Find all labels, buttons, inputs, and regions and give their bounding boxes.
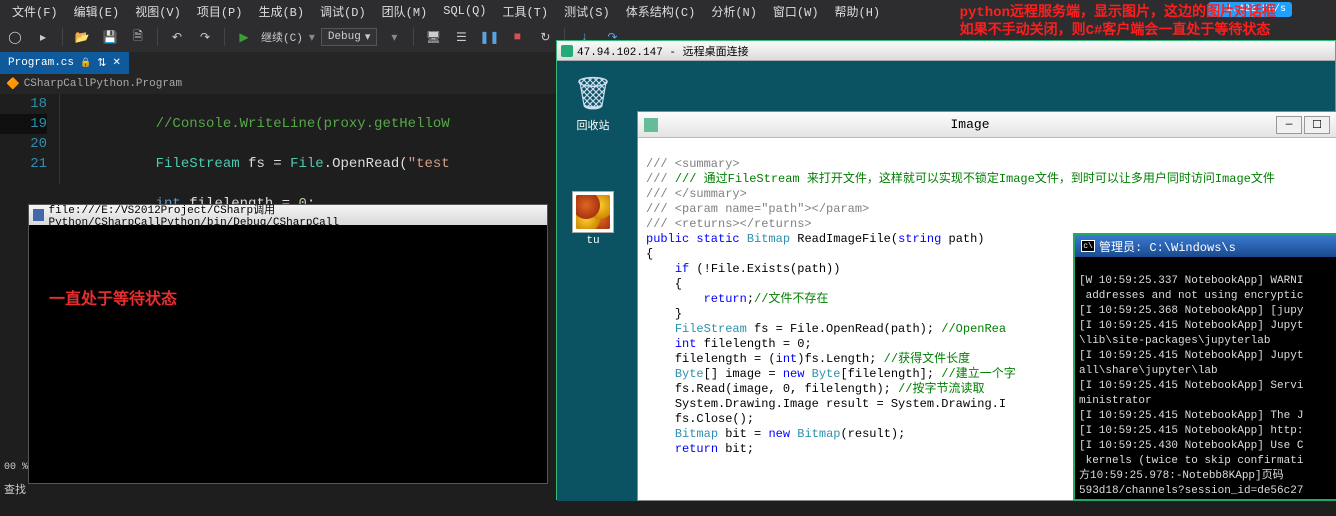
zoom-level[interactable]: 00 % (0, 460, 32, 475)
restart-icon[interactable]: ↻ (534, 26, 556, 48)
cmd-icon: c\ (1081, 240, 1095, 252)
stop-icon[interactable]: ■ (506, 26, 528, 48)
menu-test[interactable]: 测试(S) (556, 1, 618, 22)
rdp-icon (561, 45, 573, 57)
pin-icon[interactable]: 🔒 (80, 58, 91, 68)
admin-console[interactable]: c\ 管理员: C:\Windows\s [W 10:59:25.337 Not… (1073, 233, 1336, 501)
annotation-text: python远程服务端，显示图片，这边的图片对话框 如果不手动关闭，则C#客户端… (960, 4, 1276, 40)
tab-program[interactable]: Program.cs 🔒 ⇅ ✕ (0, 52, 129, 74)
flower-thumb (576, 195, 610, 229)
close-tab-icon[interactable]: ✕ (112, 57, 120, 69)
menu-debug[interactable]: 调试(D) (312, 1, 374, 22)
menu-file[interactable]: 文件(F) (4, 1, 66, 22)
nav-back-icon[interactable]: ◯ (4, 26, 26, 48)
pause-icon[interactable]: ❚❚ (478, 26, 500, 48)
admin-title-bar[interactable]: c\ 管理员: C:\Windows\s (1075, 235, 1336, 257)
rdp-window[interactable]: 47.94.102.147 - 远程桌面连接 🗑 回收站 tu Image — … (556, 40, 1336, 500)
rdp-desktop[interactable]: 🗑 回收站 tu Image — ☐ /// <summary> /// ///… (557, 61, 1335, 501)
image-title-bar[interactable]: Image — ☐ (638, 112, 1336, 138)
step-icon[interactable]: ▾ (383, 26, 405, 48)
output-text: 一直处于等待状态 (49, 285, 527, 309)
find-label[interactable]: 查找 (0, 479, 30, 499)
maximize-button[interactable]: ☐ (1304, 116, 1330, 134)
tab-label: Program.cs (8, 57, 74, 69)
rdp-title: 47.94.102.147 - 远程桌面连接 (577, 43, 749, 59)
menu-tools[interactable]: 工具(T) (494, 1, 556, 22)
breadcrumb-text: CSharpCallPython.Program (24, 78, 182, 90)
output-app-icon (33, 209, 44, 221)
menu-team[interactable]: 团队(M) (374, 1, 436, 22)
output-title-bar[interactable]: file:///E:/VS2012Project/CSharp调用Python/… (29, 205, 547, 225)
menu-window[interactable]: 窗口(W) (765, 1, 827, 22)
tu-image-icon[interactable]: tu (563, 191, 623, 247)
image-app-icon (644, 118, 658, 132)
output-window[interactable]: file:///E:/VS2012Project/CSharp调用Python/… (28, 204, 548, 484)
admin-title: 管理员: C:\Windows\s (1099, 238, 1236, 255)
open-icon[interactable]: 📂 (71, 26, 93, 48)
menu-arch[interactable]: 体系结构(C) (618, 1, 704, 22)
menu-analyze[interactable]: 分析(N) (703, 1, 765, 22)
save-icon[interactable]: 💾 (99, 26, 121, 48)
menu-edit[interactable]: 编辑(E) (66, 1, 128, 22)
browser-icon[interactable]: 🖥 (422, 26, 444, 48)
list-icon[interactable]: ☰ (450, 26, 472, 48)
code-body[interactable]: //Console.WriteLine(proxy.getHelloW File… (60, 94, 450, 184)
output-body: 一直处于等待状态 (29, 225, 547, 369)
redo-icon[interactable]: ↷ (194, 26, 216, 48)
tab-arrows-icon: ⇅ (97, 56, 106, 70)
undo-icon[interactable]: ↶ (166, 26, 188, 48)
admin-body: [W 10:59:25.337 NotebookApp] WARNI addre… (1075, 257, 1336, 516)
menu-project[interactable]: 项目(P) (189, 1, 251, 22)
class-icon: 🔶 (6, 77, 20, 91)
rdp-title-bar[interactable]: 47.94.102.147 - 远程桌面连接 (557, 41, 1335, 61)
menu-help[interactable]: 帮助(H) (827, 1, 889, 22)
continue-icon[interactable]: ▶ (233, 26, 255, 48)
line-gutter: 18 19 20 21 (0, 94, 60, 184)
image-title: Image (666, 117, 1274, 132)
minimize-button[interactable]: — (1276, 116, 1302, 134)
save-all-icon[interactable]: 🗎 (127, 26, 149, 48)
config-combo[interactable]: Debug▾ (321, 28, 378, 46)
menu-view[interactable]: 视图(V) (127, 1, 189, 22)
recycle-bin-icon[interactable]: 🗑 回收站 (563, 73, 623, 133)
output-title: file:///E:/VS2012Project/CSharp调用Python/… (48, 201, 543, 229)
continue-label[interactable]: 继续(C) (261, 29, 303, 45)
nav-fwd-icon[interactable]: ▸ (32, 26, 54, 48)
menu-build[interactable]: 生成(B) (250, 1, 312, 22)
menu-sql[interactable]: SQL(Q) (435, 2, 494, 20)
